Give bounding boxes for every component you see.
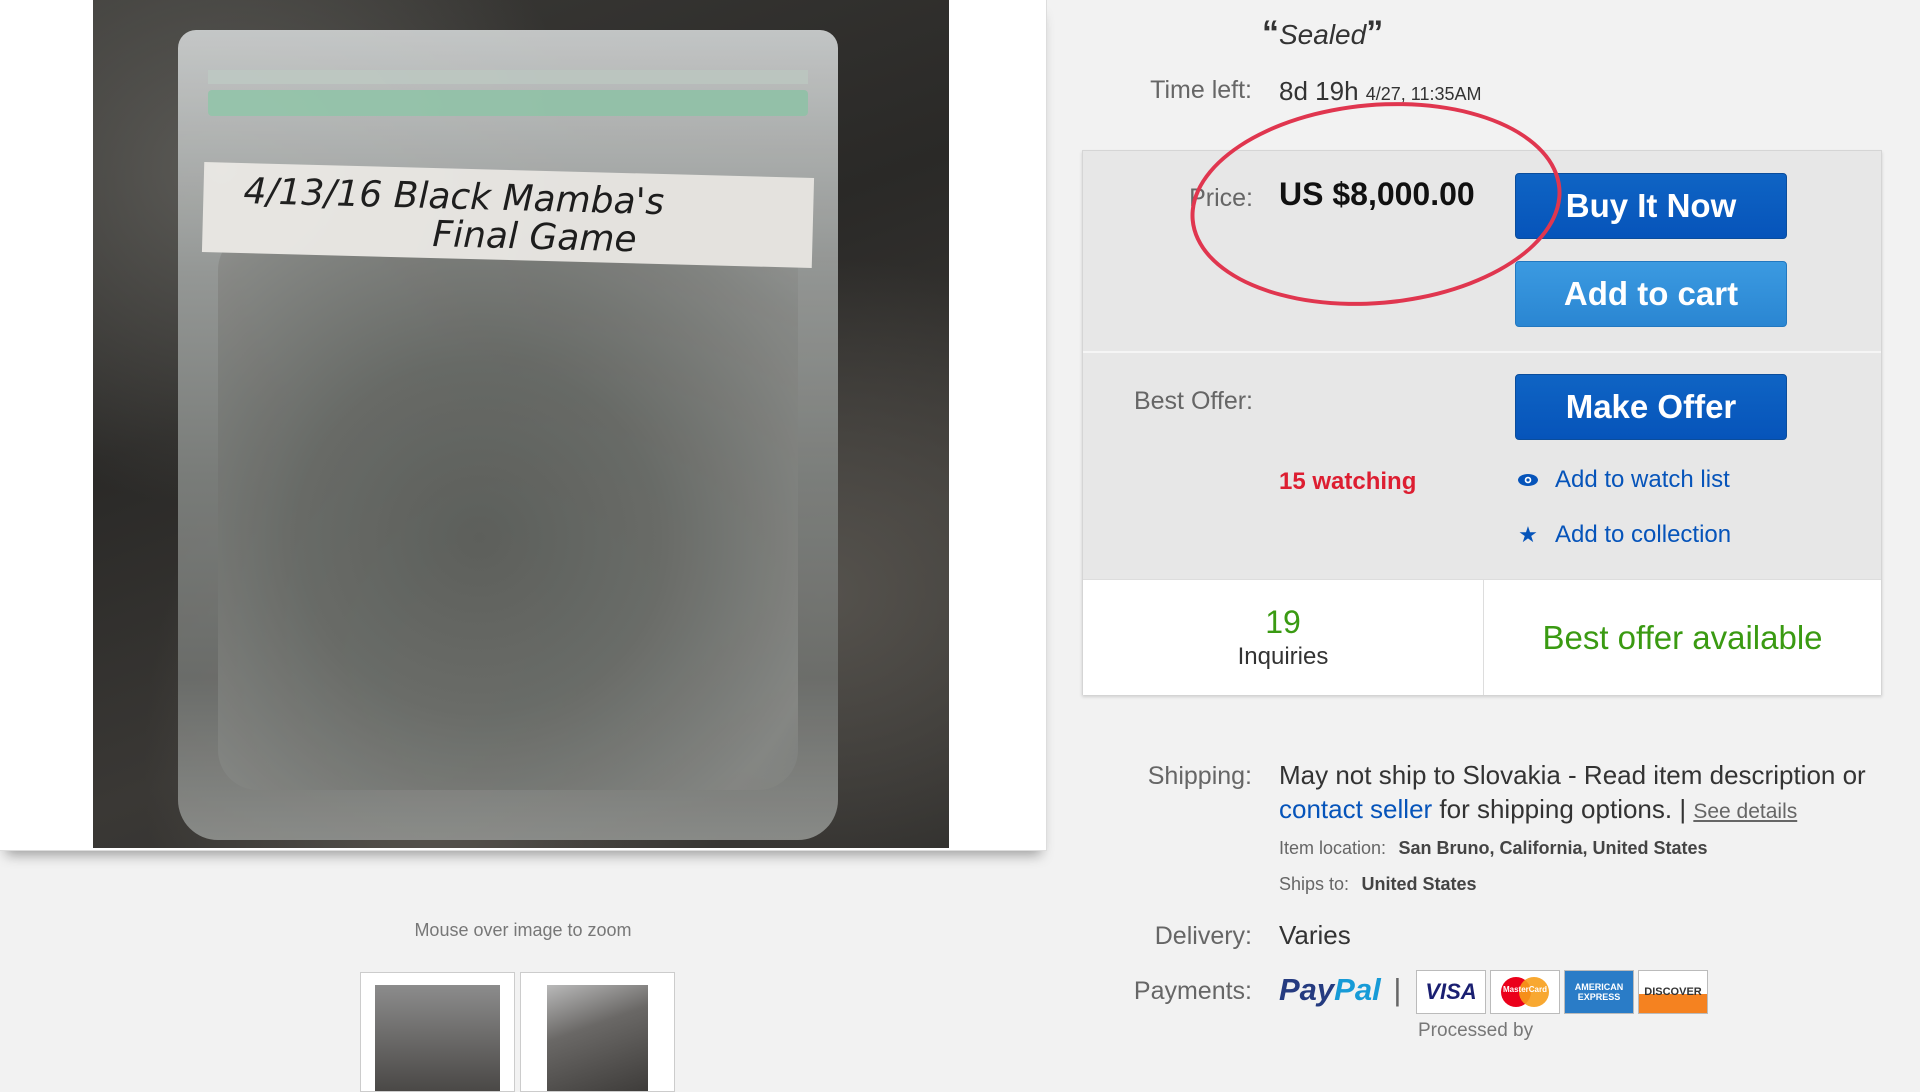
paypal-logo: PayPal | <box>1279 972 1402 1007</box>
item-location-value: San Bruno, California, United States <box>1398 838 1708 858</box>
thumbnail-2-image <box>547 985 648 1091</box>
discover-card-icon: DISCOVER <box>1638 970 1708 1014</box>
buy-box-divider <box>1083 351 1881 353</box>
image-panel: 4/13/16 Black Mamba's Final Game <box>0 0 1047 851</box>
watching-count: 15 watching <box>1279 468 1417 495</box>
make-offer-button[interactable]: Make Offer <box>1515 374 1787 440</box>
add-to-watch-list-label: Add to watch list <box>1555 466 1730 493</box>
eye-icon <box>1513 467 1543 493</box>
inquiries-count: 19 <box>1265 604 1301 640</box>
add-to-collection-link[interactable]: ★ Add to collection <box>1513 521 1731 549</box>
best-offer-available-stat: Best offer available <box>1484 580 1881 695</box>
add-to-cart-button[interactable]: Add to cart <box>1515 261 1787 327</box>
bag-contents <box>218 230 798 790</box>
shipping-label: Shipping: <box>1147 762 1252 790</box>
ships-to: Ships to: United States <box>1279 874 1477 894</box>
stats-row: 19 Inquiries Best offer available <box>1083 579 1881 695</box>
item-location: Item location: San Bruno, California, Un… <box>1279 838 1708 858</box>
time-left-label: Time left: <box>1150 76 1252 104</box>
item-condition: “Sealed” <box>1262 14 1384 52</box>
best-offer-available-text: Best offer available <box>1542 618 1823 656</box>
add-to-watch-list-link[interactable]: Add to watch list <box>1513 466 1730 494</box>
see-details-link[interactable]: See details <box>1693 800 1797 823</box>
thumbnail-1[interactable] <box>360 972 515 1092</box>
visa-card-icon: VISA <box>1416 970 1486 1014</box>
condition-value: Sealed <box>1279 19 1367 50</box>
contact-seller-link[interactable]: contact seller <box>1279 794 1432 824</box>
best-offer-label: Best Offer: <box>1133 387 1253 415</box>
thumbnail-2[interactable] <box>520 972 675 1092</box>
mastercard-icon: MasterCard <box>1490 970 1560 1014</box>
zoom-hint: Mouse over image to zoom <box>414 920 632 940</box>
processed-by-text: Processed by <box>1418 1020 1534 1041</box>
star-icon: ★ <box>1518 522 1538 547</box>
bag-handwritten-label: 4/13/16 Black Mamba's Final Game <box>201 162 815 268</box>
ships-to-value: United States <box>1361 874 1477 894</box>
bag-seal-strip <box>208 90 808 116</box>
time-left-end: 4/27, 11:35AM <box>1365 84 1482 104</box>
bag-seal-top <box>208 70 808 84</box>
delivery-label: Delivery: <box>1154 922 1252 950</box>
plastic-bag-illustration: 4/13/16 Black Mamba's Final Game <box>178 30 838 840</box>
delivery-value: Varies <box>1279 920 1351 950</box>
main-product-image[interactable]: 4/13/16 Black Mamba's Final Game <box>93 0 949 848</box>
amex-card-icon: AMERICAN EXPRESS <box>1564 970 1634 1014</box>
inquiries-label: Inquiries <box>1237 643 1329 670</box>
shipping-text: May not ship to Slovakia - Read item des… <box>1279 760 1866 824</box>
add-to-collection-label: Add to collection <box>1555 521 1732 548</box>
inquiries-stat: 19 Inquiries <box>1083 580 1484 695</box>
payments-label: Payments: <box>1133 977 1252 1005</box>
thumbnail-1-image <box>375 985 500 1091</box>
